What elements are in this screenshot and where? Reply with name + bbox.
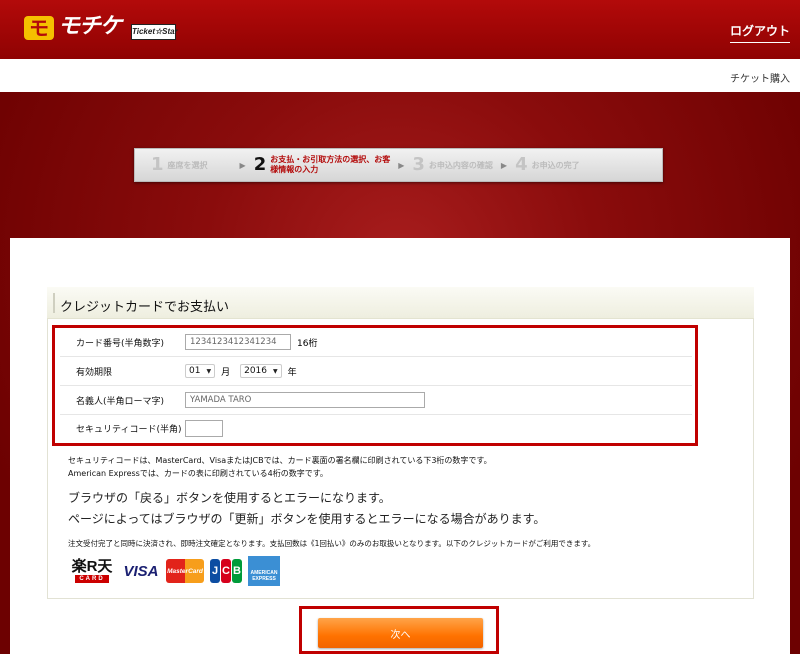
- step-arrow-icon: ▶: [239, 160, 246, 170]
- step-4: 4 お申込の完了: [515, 156, 580, 174]
- step-3: 3 お申込内容の確認: [412, 156, 493, 174]
- name-label: 名義人(半角ローマ字): [76, 396, 165, 407]
- card-number-row: カード番号(半角数字) 16桁: [60, 328, 692, 357]
- step-1-label: 座席を選択: [167, 160, 208, 170]
- site-logo[interactable]: モ モチケ Ticket☆Star: [24, 14, 178, 40]
- card-number-suffix: 16桁: [297, 338, 318, 349]
- expiry-row: 有効期限 01 ▼ 月 2016 ▼ 年: [60, 357, 692, 386]
- visa-logo: VISA: [123, 562, 159, 580]
- logo-text: モチケ: [58, 14, 122, 39]
- step-arrow-icon: ▶: [500, 160, 508, 170]
- step-2: 2 お支払・お引取方法の選択、お客様情報の入力: [254, 155, 391, 175]
- step-4-label: お申込の完了: [531, 160, 580, 170]
- chevron-down-icon: ▼: [206, 367, 212, 375]
- card-brand-logos: 楽R天 CARD VISA MasterCard J C B AMERICAN …: [68, 556, 280, 586]
- rakuten-text: 楽R天: [71, 558, 113, 575]
- security-note-1: セキュリティコードは、MasterCard、VisaまたはJCBでは、カード裏面…: [68, 456, 492, 465]
- breadcrumb-label: チケット購入: [730, 74, 790, 85]
- year-unit: 年: [287, 367, 297, 378]
- back-button-warning: ブラウザの「戻る」ボタンを使用するとエラーになります。: [68, 491, 391, 505]
- chevron-down-icon: ▼: [273, 367, 278, 375]
- step-arrow-icon: ▶: [398, 160, 405, 170]
- reload-warning: ページによってはブラウザの「更新」ボタンを使用するとエラーになる場合があります。: [68, 512, 546, 526]
- name-row: 名義人(半角ローマ字): [60, 386, 692, 415]
- expiry-year-select[interactable]: 2016 ▼: [240, 364, 282, 378]
- amex-logo: AMERICAN EXPRESS: [248, 556, 280, 586]
- security-note-2: American Expressでは、カードの表に印刷されている4桁の数字です。: [68, 469, 328, 478]
- security-code-row: セキュリティコード(半角): [60, 414, 692, 443]
- jcb-j: J: [210, 559, 220, 583]
- jcb-b: B: [232, 559, 242, 583]
- ticket-star-badge: Ticket☆Star: [131, 24, 178, 40]
- logo-emblem-icon: モ: [24, 16, 54, 40]
- subbar: チケット購入: [0, 59, 800, 92]
- rakuten-card-label: CARD: [75, 575, 109, 583]
- card-number-label: カード番号(半角数字): [76, 338, 165, 349]
- site-header: モ モチケ Ticket☆Star ログアウト: [0, 0, 800, 59]
- progress-steps: 1 座席を選択 ▶ 2 お支払・お引取方法の選択、お客様情報の入力 ▶ 3 お申…: [134, 148, 663, 182]
- expiry-month-select[interactable]: 01 ▼: [185, 364, 216, 378]
- month-unit: 月: [221, 367, 231, 378]
- step-3-number: 3: [412, 154, 425, 175]
- step-1: 1 座席を選択: [151, 156, 208, 174]
- expiry-label: 有効期限: [76, 367, 113, 378]
- security-code-input[interactable]: [185, 420, 223, 437]
- card-number-input[interactable]: [185, 334, 291, 350]
- section-title: クレジットカードでお支払い: [60, 300, 230, 315]
- step-3-label: お申込内容の確認: [428, 160, 493, 170]
- expiry-year-value: 2016: [244, 366, 267, 376]
- mastercard-logo: MasterCard: [166, 559, 204, 583]
- expiry-month-value: 01: [189, 366, 201, 376]
- cardholder-name-input[interactable]: [185, 392, 425, 408]
- title-stripe: [53, 293, 55, 313]
- step-4-number: 4: [515, 154, 528, 175]
- jcb-c: C: [221, 559, 231, 583]
- step-2-number: 2: [253, 154, 267, 175]
- payment-note: 注文受付完了と同時に決済され、即時注文確定となります。支払回数は《1回払い》のみ…: [68, 539, 596, 548]
- rakuten-card-logo: 楽R天 CARD: [68, 556, 116, 586]
- logout-link[interactable]: ログアウト: [729, 22, 790, 43]
- step-2-label: お支払・お引取方法の選択、お客様情報の入力: [270, 155, 391, 174]
- step-1-number: 1: [151, 154, 164, 175]
- jcb-logo: J C B: [210, 559, 242, 583]
- security-code-label: セキュリティコード(半角): [76, 425, 182, 435]
- next-button[interactable]: 次へ: [318, 618, 483, 648]
